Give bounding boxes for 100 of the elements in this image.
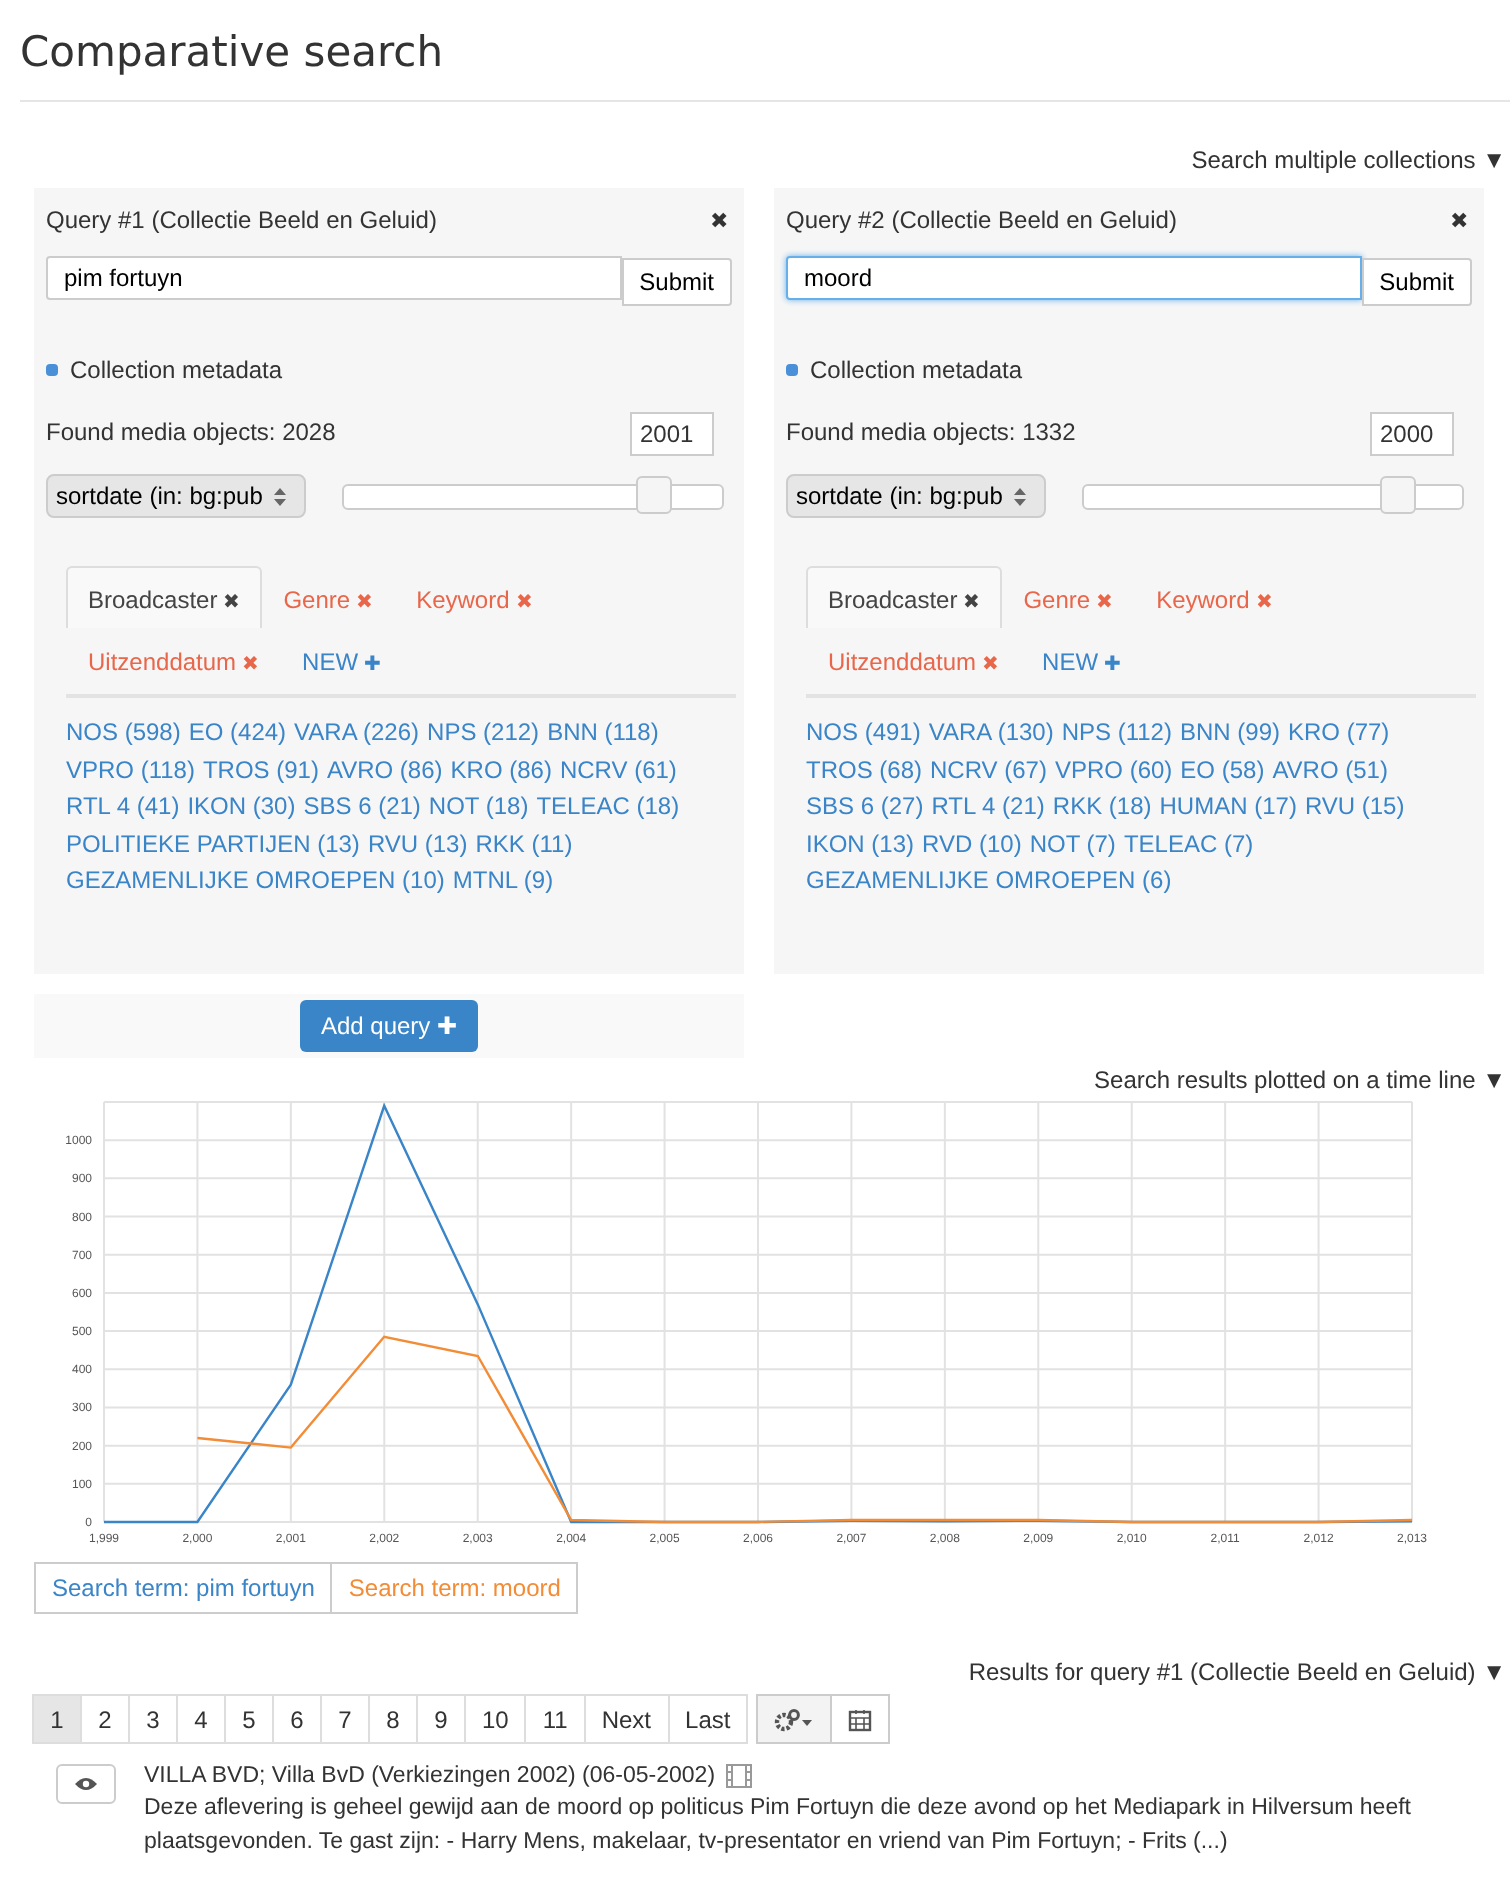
facet-link[interactable]: RVU (13) [367,829,468,857]
legend-button[interactable]: Search term: moord [332,1562,579,1614]
facet-link[interactable]: VPRO (60) [1054,755,1173,783]
new-facet-tab[interactable]: NEW ✚ [280,628,403,690]
facet-link[interactable]: AVRO (86) [326,755,443,783]
slider-thumb[interactable] [635,475,672,513]
facet-link[interactable]: KRO (77) [1288,718,1390,746]
page-button[interactable]: 9 [416,1694,466,1744]
panel-title: Query #1 (Collectie Beeld en Geluid) [46,206,437,234]
facet-link[interactable]: VPRO (118) [66,755,195,783]
facet-tab[interactable]: Genre ✖ [1001,566,1135,628]
facet-link[interactable]: AVRO (51) [1272,755,1388,783]
new-facet-tab[interactable]: NEW ✚ [1020,628,1143,690]
calendar-icon [848,1707,873,1731]
sort-dropdown[interactable]: sortdate (in: bg:pub [786,474,1046,518]
facet-link[interactable]: POLITIEKE PARTIJEN (13) [66,829,360,857]
facet-link[interactable]: TELEAC (7) [1123,829,1254,857]
facet-link[interactable]: NCRV (61) [559,755,677,783]
facet-link[interactable]: TROS (91) [202,755,319,783]
facet-link[interactable]: IKON (13) [806,829,915,857]
facet-tab[interactable]: Broadcaster ✖ [806,566,1002,628]
checkbox[interactable] [46,364,58,376]
facet-link[interactable]: NOS (598) [66,718,181,746]
checkbox-label: Collection metadata [70,356,283,384]
view-button[interactable] [56,1764,116,1804]
facet-tab[interactable]: Keyword ✖ [1134,566,1294,628]
facet-link[interactable]: NOT (18) [428,792,529,820]
facet-link[interactable]: IKON (30) [187,792,296,820]
facet-link[interactable]: RKK (18) [1052,792,1152,820]
checkbox[interactable] [786,364,798,376]
page-button[interactable]: 6 [272,1694,322,1744]
page-button[interactable]: 3 [128,1694,178,1744]
page-button[interactable]: 7 [320,1694,370,1744]
facet-tab[interactable]: Uitzenddatum ✖ [806,628,1021,690]
facet-link[interactable]: HUMAN (17) [1159,792,1297,820]
facet-link[interactable]: TELEAC (18) [536,792,680,820]
updown-arrows-icon [274,488,287,507]
checkbox-label: Collection metadata [810,356,1023,384]
calendar-button[interactable] [830,1694,891,1744]
facet-link[interactable]: VARA (130) [928,718,1054,746]
page-button[interactable]: 8 [368,1694,418,1744]
submit-button[interactable]: Submit [1361,258,1472,306]
sort-dropdown[interactable]: sortdate (in: bg:pub [46,474,306,518]
page-button[interactable]: 1 [32,1694,82,1744]
facet-tab[interactable]: Genre ✖ [261,566,395,628]
facet-link[interactable]: NOS (491) [806,718,921,746]
collections-toggle[interactable]: Search multiple collections ▼ [1191,146,1506,174]
page-button[interactable]: 10 [464,1694,527,1744]
year-field[interactable]: 2000 [1370,412,1454,456]
add-query-button[interactable]: Add query ✚ [300,1000,478,1052]
query-field[interactable]: pim fortuyn [46,256,622,300]
page-button[interactable]: Last [667,1694,749,1744]
facet-link[interactable]: NCRV (67) [930,755,1047,783]
settings-dropdown-button[interactable] [756,1694,833,1744]
updown-arrows-icon [1014,488,1027,507]
close-icon[interactable]: ✖ [1450,207,1468,233]
submit-button[interactable]: Submit [621,258,732,306]
results-toggle[interactable]: Results for query #1 (Collectie Beeld en Geluid) ▼ [968,1658,1506,1686]
eye-icon [74,1776,98,1792]
close-icon[interactable]: ✖ [710,207,728,233]
facet-link[interactable]: EO (424) [188,718,287,746]
facet-link[interactable]: SBS 6 (27) [806,792,924,820]
slider-thumb[interactable] [1379,475,1416,513]
facet-link[interactable]: BNN (99) [1179,718,1280,746]
facet-link[interactable]: BNN (118) [547,718,659,746]
page-button[interactable]: 11 [524,1694,586,1744]
facet-link[interactable]: NPS (112) [1061,718,1172,746]
result-description: Deze aflevering is geheel gewijd aan de moord op politicus Pim Fortuyn die deze avond op het Mediapark in Hilversum heeft plaatsgevonden. Te gast zijn: - Harry Mens, makelaar, tv-presentator en vriend van Pim Fortuyn; - Frits (...) [144,1794,1413,1858]
facet-link[interactable]: MTNL (9) [452,866,554,894]
legend-button[interactable]: Search term: pim fortuyn [34,1562,333,1614]
facet-link[interactable]: GEZAMENLIJKE OMROEPEN (6) [806,866,1172,894]
facet-link[interactable]: RVD (10) [922,829,1022,857]
facet-tab[interactable]: Keyword ✖ [394,566,554,628]
page-button[interactable]: 4 [176,1694,226,1744]
result-title[interactable]: VILLA BVD; Villa BvD (Verkiezingen 2002) (06-05-2002) [144,1764,716,1788]
found-count: Found media objects: 1332 [786,418,1076,450]
timeline-toggle[interactable]: Search results plotted on a time line ▼ [1094,1066,1506,1094]
gears-caret-icon [774,1707,815,1731]
facet-link[interactable]: RTL 4 (41) [66,792,180,820]
facet-link[interactable]: TROS (68) [806,755,923,783]
facet-link[interactable]: RVU (15) [1304,792,1405,820]
facet-link[interactable]: NOT (7) [1029,829,1116,857]
facet-tab[interactable]: Uitzenddatum ✖ [66,628,281,690]
page-button[interactable]: Next [583,1694,670,1744]
facet-link[interactable]: VARA (226) [294,718,420,746]
panel-title: Query #2 (Collectie Beeld en Geluid) [786,206,1177,234]
facet-link[interactable]: GEZAMENLIJKE OMROEPEN (10) [66,866,445,894]
facet-link[interactable]: NPS (212) [427,718,540,746]
page-button[interactable]: 5 [224,1694,274,1744]
facet-link[interactable]: EO (58) [1180,755,1265,783]
query-field[interactable]: moord [786,256,1362,300]
year-field[interactable]: 2001 [630,412,714,456]
found-count: Found media objects: 2028 [46,418,336,450]
page-button[interactable]: 2 [80,1694,130,1744]
facet-link[interactable]: SBS 6 (21) [303,792,421,820]
facet-link[interactable]: RKK (11) [475,829,573,857]
facet-link[interactable]: KRO (86) [450,755,552,783]
page-title: Comparative search [20,26,446,80]
facet-link[interactable]: RTL 4 (21) [931,792,1045,820]
facet-tab[interactable]: Broadcaster ✖ [66,566,262,628]
